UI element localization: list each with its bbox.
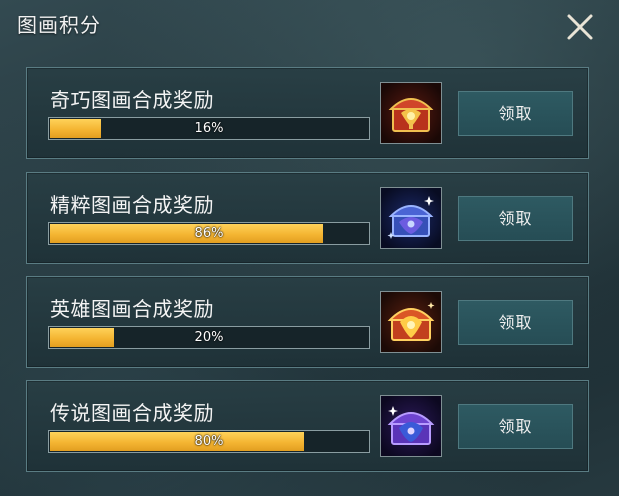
progress-bar: 16% bbox=[48, 117, 370, 140]
reward-card: 精粹图画合成奖励 86% 领取 bbox=[26, 172, 589, 264]
claim-button[interactable]: 领取 bbox=[458, 196, 573, 241]
reward-name: 精粹图画合成奖励 bbox=[50, 193, 214, 217]
progress-bar: 20% bbox=[48, 326, 370, 349]
blue-treasure-chest-icon[interactable] bbox=[380, 187, 442, 249]
progress-text: 86% bbox=[194, 226, 224, 241]
claim-button[interactable]: 领取 bbox=[458, 404, 573, 449]
reward-name: 英雄图画合成奖励 bbox=[50, 297, 214, 321]
red-treasure-chest-icon[interactable] bbox=[380, 82, 442, 144]
claim-button[interactable]: 领取 bbox=[458, 91, 573, 136]
progress-text: 16% bbox=[194, 121, 224, 136]
gold-red-treasure-chest-icon[interactable] bbox=[380, 291, 442, 353]
reward-card: 英雄图画合成奖励 20% 领取 bbox=[26, 276, 589, 368]
progress-text: 20% bbox=[194, 330, 224, 345]
reward-card: 奇巧图画合成奖励 16% 领取 bbox=[26, 67, 589, 159]
reward-card: 传说图画合成奖励 80% 领取 bbox=[26, 380, 589, 472]
progress-bar: 86% bbox=[48, 222, 370, 245]
progress-bar: 80% bbox=[48, 430, 370, 453]
progress-text: 80% bbox=[194, 434, 224, 449]
purple-treasure-chest-icon[interactable] bbox=[380, 395, 442, 457]
reward-list: 奇巧图画合成奖励 16% 领取 精粹图画合成奖励 86% 领取 英雄图画合成奖励… bbox=[0, 0, 619, 496]
reward-name: 奇巧图画合成奖励 bbox=[50, 88, 214, 112]
claim-button[interactable]: 领取 bbox=[458, 300, 573, 345]
reward-name: 传说图画合成奖励 bbox=[50, 401, 214, 425]
